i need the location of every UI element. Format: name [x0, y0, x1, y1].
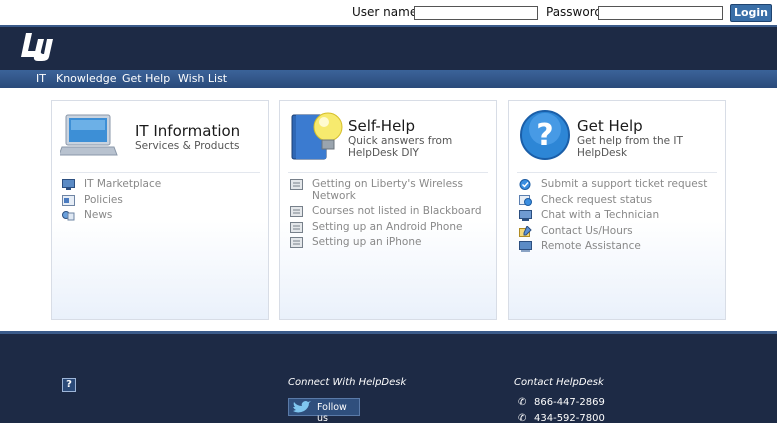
lightbulb-book-icon: [288, 107, 346, 167]
news-icon: [62, 210, 75, 221]
subtitle-line: HelpDesk DIY: [348, 147, 419, 159]
nav-item-get-help[interactable]: Get Help: [122, 72, 170, 85]
panel-title[interactable]: IT Information: [135, 122, 240, 140]
phone-number[interactable]: 866-447-2869: [534, 397, 605, 408]
self-help-panel: Self-Help Quick answers from HelpDesk DI…: [279, 100, 497, 320]
policy-icon: [62, 194, 75, 206]
laptop-icon: [58, 113, 118, 165]
get-help-links: Submit a support ticket request Check re…: [519, 177, 707, 255]
svg-text:?: ?: [536, 118, 553, 153]
lu-logo-icon: [21, 33, 53, 61]
list-item-label: Setting up an Android Phone: [312, 220, 463, 233]
password-input[interactable]: [598, 6, 723, 20]
main-content: IT Information Services & Products IT Ma…: [0, 88, 777, 331]
chat-icon: [519, 210, 532, 221]
phone-icon: ✆: [518, 413, 527, 423]
document-icon: [290, 237, 303, 248]
nav-item-it[interactable]: IT: [36, 72, 46, 85]
divider: [517, 172, 717, 173]
site-footer: ? Connect With HelpDesk Follow us Contac…: [0, 331, 777, 423]
list-item[interactable]: Setting up an iPhone: [290, 235, 482, 251]
login-button[interactable]: Login: [730, 4, 772, 22]
list-item-label: Remote Assistance: [541, 240, 641, 252]
twitter-bird-icon: [292, 401, 312, 417]
follow-us-label: Follow us: [317, 402, 347, 423]
subtitle-line: Quick answers from: [348, 135, 453, 147]
question-mark-icon: ?: [519, 109, 571, 165]
contact-title: Contact HelpDesk: [514, 377, 604, 388]
list-item-label: Submit a support ticket request: [541, 178, 708, 190]
list-item[interactable]: Courses not listed in Blackboard: [290, 204, 482, 220]
username-label: User name:: [352, 5, 422, 19]
document-icon: [290, 179, 303, 190]
self-help-links: Getting on Liberty's Wireless Network Co…: [290, 177, 482, 251]
list-item-label: News: [84, 209, 113, 221]
panel-subtitle: Services & Products: [135, 140, 240, 152]
ticket-icon: [519, 179, 532, 190]
remote-icon: [519, 241, 532, 252]
it-info-links: IT Marketplace Policies News: [62, 177, 161, 224]
phone-icon: ✆: [518, 397, 527, 408]
connect-title: Connect With HelpDesk: [288, 377, 407, 388]
list-item-label: Setting up an iPhone: [312, 236, 422, 248]
login-bar: User name: Password: Login: [0, 0, 777, 25]
list-item-label: Contact Us/Hours: [541, 224, 633, 237]
username-input[interactable]: [414, 6, 538, 20]
contact-icon: [519, 224, 532, 237]
document-icon: [290, 206, 303, 217]
list-item-label: Check request status: [541, 193, 653, 206]
list-item[interactable]: Policies: [62, 193, 161, 209]
status-icon: [519, 194, 532, 206]
divider: [288, 172, 488, 173]
follow-us-button[interactable]: Follow us: [288, 398, 360, 423]
subtitle-line: HelpDesk: [577, 147, 628, 159]
panel-subtitle: Get help from the IT HelpDesk: [577, 135, 683, 159]
list-item-label: IT Marketplace: [84, 178, 162, 190]
monitor-icon: [62, 179, 75, 190]
it-information-panel: IT Information Services & Products IT Ma…: [51, 100, 269, 320]
document-icon: [290, 221, 303, 233]
phone-line: ✆ 434-592-7800: [518, 413, 605, 423]
panel-title[interactable]: Self-Help: [348, 117, 415, 135]
phone-line: ✆ 866-447-2869: [518, 397, 605, 408]
list-item[interactable]: IT Marketplace: [62, 177, 161, 193]
main-nav: IT Knowledge Get Help Wish List: [0, 70, 777, 88]
list-item[interactable]: Setting up an Android Phone: [290, 220, 482, 236]
list-item[interactable]: News: [62, 208, 161, 224]
get-help-panel: ? Get Help Get help from the IT HelpDesk…: [508, 100, 726, 320]
subtitle-line: Get help from the IT: [577, 135, 683, 147]
nav-item-knowledge[interactable]: Knowledge: [56, 72, 116, 85]
list-item-label: Courses not listed in Blackboard: [312, 205, 482, 217]
panel-subtitle: Quick answers from HelpDesk DIY: [348, 135, 452, 159]
list-item-label: Policies: [84, 193, 123, 206]
list-item[interactable]: Chat with a Technician: [519, 208, 707, 224]
liberty-logo[interactable]: [20, 31, 60, 70]
help-icon[interactable]: ?: [62, 378, 76, 392]
phone-number[interactable]: 434-592-7800: [534, 413, 605, 423]
panel-title[interactable]: Get Help: [577, 117, 643, 135]
list-item[interactable]: Check request status: [519, 193, 707, 209]
list-item-label: Chat with a Technician: [541, 209, 660, 221]
nav-item-wish-list[interactable]: Wish List: [178, 72, 227, 85]
divider: [60, 172, 260, 173]
list-item[interactable]: Submit a support ticket request: [519, 177, 707, 193]
list-item[interactable]: Getting on Liberty's Wireless Network: [290, 177, 482, 204]
list-item[interactable]: Remote Assistance: [519, 239, 707, 255]
site-header: [0, 25, 777, 70]
list-item[interactable]: Contact Us/Hours: [519, 224, 707, 240]
